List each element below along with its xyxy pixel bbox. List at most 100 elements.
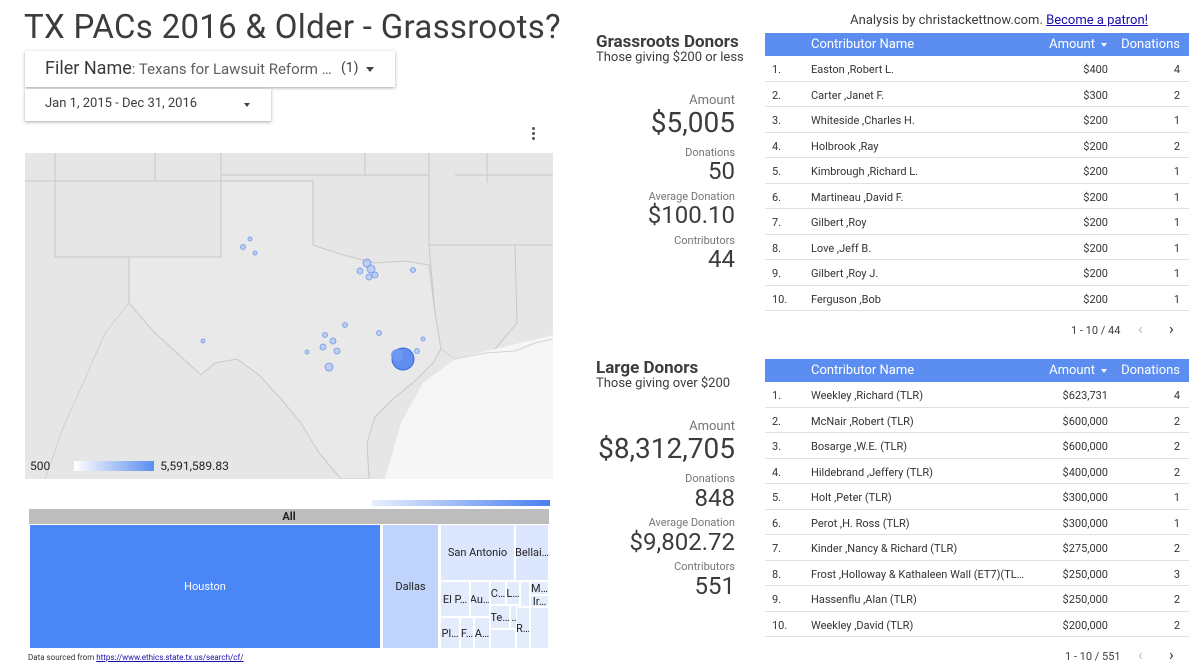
row-index: 7. xyxy=(772,542,782,555)
column-contributor-name[interactable]: Contributor Name xyxy=(811,363,914,378)
treemap-cell-san-antonio[interactable]: San Antonio xyxy=(440,524,515,581)
contributor-name: Weekley ,David (TLR) xyxy=(811,618,914,632)
city-treemap[interactable]: All Houston Dallas San Antonio Bellai… E… xyxy=(29,509,549,649)
chevron-right-icon[interactable]: › xyxy=(1169,647,1174,663)
chevron-left-icon[interactable]: ‹ xyxy=(1138,647,1143,663)
amount-cell: $600,000 xyxy=(1062,414,1108,428)
become-patron-link[interactable]: Become a patron! xyxy=(1046,13,1148,28)
date-range-value: Jan 1, 2015 - Dec 31, 2016 xyxy=(45,96,198,111)
donations-cell: 2 xyxy=(1173,542,1180,555)
chevron-right-icon[interactable]: › xyxy=(1169,321,1174,337)
large-amount-value: $8,312,705 xyxy=(598,432,735,465)
treemap-cell[interactable]: F… xyxy=(460,617,474,649)
table-row[interactable]: 1. Easton ,Robert L. $400 4 xyxy=(765,56,1189,82)
filer-name-value: : Texans for Lawsuit Reform … xyxy=(131,60,332,78)
column-amount[interactable]: Amount xyxy=(1049,37,1107,52)
date-range-filter[interactable]: Jan 1, 2015 - Dec 31, 2016 xyxy=(25,89,271,121)
treemap-root[interactable]: All xyxy=(29,509,549,524)
table-row[interactable]: 1. Weekley ,Richard (TLR) $623,731 4 xyxy=(765,382,1189,408)
donor-bubble-map[interactable] xyxy=(25,153,553,479)
contributor-name: Holbrook ,Ray xyxy=(811,139,879,153)
donations-cell: 1 xyxy=(1173,292,1180,306)
table-row[interactable]: 5. Holt ,Peter (TLR) $300,000 1 xyxy=(765,484,1189,510)
mexico-border xyxy=(44,302,130,479)
row-index: 6. xyxy=(772,190,782,204)
table-row[interactable]: 7. Kinder ,Nancy & Richard (TLR) $275,000 2 xyxy=(765,535,1189,561)
table-row[interactable]: 6. Martineau ,David F. $200 1 xyxy=(765,184,1189,209)
table-row[interactable]: 2. McNair ,Robert (TLR) $600,000 2 xyxy=(765,408,1189,433)
column-amount-label: Amount xyxy=(1049,37,1095,52)
legend-gradient xyxy=(74,461,155,471)
treemap-cell-misc[interactable] xyxy=(490,629,516,649)
table-row[interactable]: 8. Love ,Jeff B. $200 1 xyxy=(765,235,1189,260)
donations-cell: 2 xyxy=(1173,593,1180,606)
caret-down-icon xyxy=(366,67,374,72)
column-amount[interactable]: Amount xyxy=(1049,363,1107,378)
donations-cell: 1 xyxy=(1173,241,1180,255)
treemap-cell[interactable]: Pl… xyxy=(440,617,460,649)
large-donors-table: Contributor Name Amount Donations 1. Week… xyxy=(765,359,1189,637)
treemap-cell[interactable]: R… xyxy=(516,607,530,649)
table-row[interactable]: 8. Frost ,Holloway & Kathaleen Wall (ET7)… xyxy=(765,561,1189,586)
row-index: 9. xyxy=(772,593,782,606)
treemap-cell[interactable]: Ir… xyxy=(530,595,549,607)
table-row[interactable]: 4. Holbrook ,Ray $200 2 xyxy=(765,133,1189,158)
table-row[interactable]: 6. Perot ,H. Ross (TLR) $300,000 1 xyxy=(765,510,1189,535)
contributor-name: Easton ,Robert L. xyxy=(811,63,894,76)
table-row[interactable]: 4. Hildebrand ,Jeffery (TLR) $400,000 2 xyxy=(765,459,1189,484)
table-row[interactable]: 3. Whiteside ,Charles H. $200 1 xyxy=(765,107,1189,133)
chevron-left-icon[interactable]: ‹ xyxy=(1138,321,1143,337)
table-row[interactable]: 2. Carter ,Janet F. $300 2 xyxy=(765,82,1189,107)
row-index: 1. xyxy=(772,389,782,402)
contributor-name: Kinder ,Nancy & Richard (TLR) xyxy=(811,542,958,555)
treemap-cell[interactable]: C… xyxy=(490,581,506,605)
table-row[interactable]: 10. Weekley ,David (TLR) $200,000 2 xyxy=(765,612,1189,637)
filer-name-filter[interactable]: Filer Name: Texans for Lawsuit Reform … … xyxy=(25,51,395,87)
column-amount-label: Amount xyxy=(1049,363,1095,378)
contributor-name: Martineau ,David F. xyxy=(811,190,904,204)
grassroots-contributors-value: 44 xyxy=(708,245,735,273)
large-donors-title: Large Donors xyxy=(596,358,699,378)
amount-cell: $250,000 xyxy=(1062,593,1108,606)
contributor-name: Perot ,H. Ross (TLR) xyxy=(811,516,910,530)
column-donations[interactable]: Donations xyxy=(1121,363,1180,378)
table-row[interactable]: 9. Gilbert ,Roy J. $200 1 xyxy=(765,260,1189,286)
large-avg-value: $9,802.72 xyxy=(629,528,735,556)
grassroots-table: Contributor Name Amount Donations 1. East… xyxy=(765,33,1189,311)
amount-cell: $275,000 xyxy=(1062,542,1108,555)
donations-cell: 1 xyxy=(1173,114,1180,127)
table-row[interactable]: 3. Bosarge ,W.E. (TLR) $600,000 2 xyxy=(765,433,1189,459)
treemap-cell[interactable]: Te… xyxy=(490,605,510,629)
more-vert-icon[interactable] xyxy=(528,126,538,142)
grassroots-amount-value: $5,005 xyxy=(650,106,735,139)
treemap-cell[interactable]: A… xyxy=(474,617,490,649)
amount-cell: $623,731 xyxy=(1062,389,1108,402)
table-row[interactable]: 5. Kimbrough ,Richard L. $200 1 xyxy=(765,158,1189,184)
treemap-cell-misc[interactable] xyxy=(520,581,530,607)
donations-cell: 1 xyxy=(1173,491,1180,504)
source-link[interactable]: https://www.ethics.state.tx.us/search/cf… xyxy=(96,653,243,662)
table-header: Contributor Name Amount Donations xyxy=(765,359,1189,382)
treemap-cell[interactable]: M… xyxy=(530,581,549,595)
donations-cell: 4 xyxy=(1173,63,1180,76)
large-contributors-value: 551 xyxy=(694,572,735,600)
column-donations[interactable]: Donations xyxy=(1121,37,1180,52)
row-index: 2. xyxy=(772,414,782,428)
contributor-name: Whiteside ,Charles H. xyxy=(811,114,915,127)
row-index: 5. xyxy=(772,165,782,178)
legend-max: 5,591,589.83 xyxy=(160,459,229,473)
treemap-cell-misc[interactable] xyxy=(530,607,549,649)
column-contributor-name[interactable]: Contributor Name xyxy=(811,37,914,52)
treemap-cell-dallas[interactable]: Dallas xyxy=(382,524,439,649)
treemap-cell-bellaire[interactable]: Bellai… xyxy=(515,524,549,581)
amount-cell: $200 xyxy=(1083,139,1108,153)
treemap-cell[interactable]: L… xyxy=(506,581,520,605)
treemap-cell[interactable]: Au… xyxy=(470,581,490,617)
treemap-cell-houston[interactable]: Houston xyxy=(29,524,381,649)
table-row[interactable]: 7. Gilbert ,Roy $200 1 xyxy=(765,209,1189,235)
grassroots-subtitle: Those giving $200 or less xyxy=(596,50,744,65)
treemap-cell[interactable]: El P… xyxy=(440,581,470,617)
amount-cell: $400,000 xyxy=(1062,465,1108,479)
table-row[interactable]: 9. Hassenflu ,Alan (TLR) $250,000 2 xyxy=(765,586,1189,612)
table-row[interactable]: 10. Ferguson ,Bob $200 1 xyxy=(765,286,1189,311)
